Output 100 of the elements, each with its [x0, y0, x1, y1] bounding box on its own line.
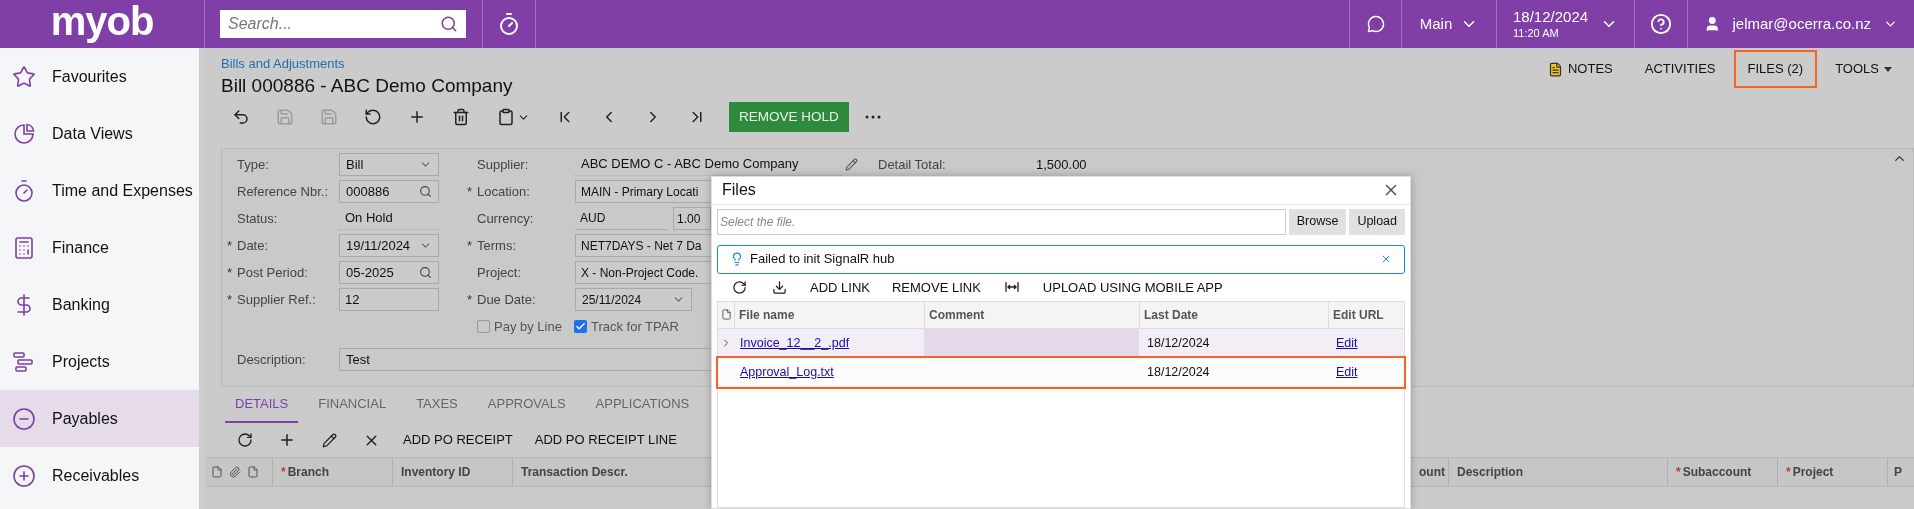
column-header[interactable]: Description: [1448, 458, 1667, 486]
dialog-button[interactable]: Browse: [1288, 208, 1347, 235]
dialog-button[interactable]: Upload: [1349, 208, 1405, 235]
search-field[interactable]: Search...: [220, 10, 466, 38]
checkbox[interactable]: Pay by Line: [477, 316, 562, 337]
sidebar-item[interactable]: Banking: [0, 276, 199, 333]
toolbar-button[interactable]: UPLOAD USING MOBILE APP: [1034, 277, 1231, 298]
header-link[interactable]: ACTIVITIES: [1630, 50, 1730, 88]
field-label: Reference Nbr.:: [237, 182, 330, 201]
column-header[interactable]: * Subaccount: [1667, 458, 1777, 486]
field-label: Project:: [477, 263, 523, 282]
tab[interactable]: APPLICATIONS: [585, 387, 700, 423]
note-icon: [1547, 61, 1563, 77]
search-icon: [440, 15, 458, 33]
pie-chart-icon: [12, 121, 36, 146]
page-title: Bill 000886 - ABC Demo Company: [221, 74, 513, 98]
table-cell-text: 18/12/2024: [1146, 334, 1211, 352]
required-mark: *: [227, 263, 233, 282]
lookup-field[interactable]: 05-2025: [339, 261, 439, 284]
dropdown-field[interactable]: 19/11/2024: [339, 234, 439, 257]
field-label: Supplier:: [477, 155, 530, 174]
tab[interactable]: DETAILS: [225, 387, 299, 423]
sidebar-item[interactable]: Time and Expenses: [0, 162, 199, 219]
column-header[interactable]: * Branch: [272, 458, 392, 486]
grid-action-button[interactable]: ADD PO RECEIPT LINE: [526, 430, 685, 450]
field-label: Type:: [237, 155, 270, 174]
pencil-icon: [845, 158, 858, 171]
input-field[interactable]: 12: [339, 288, 439, 311]
search-icon: [419, 266, 432, 279]
tab[interactable]: APPROVALS: [477, 387, 576, 423]
tab[interactable]: TAXES: [406, 387, 468, 423]
lookup-field[interactable]: 000886: [339, 180, 439, 203]
remove-hold-button[interactable]: REMOVE HOLD: [729, 102, 849, 132]
sidebar-item[interactable]: Favourites: [0, 48, 199, 105]
save-icon: [320, 108, 338, 126]
calculator-icon: [12, 235, 36, 260]
column-header[interactable]: ount: [1408, 458, 1448, 486]
file-field[interactable]: Select the file.: [717, 208, 1286, 235]
column-header[interactable]: P: [1887, 458, 1903, 486]
sidebar-item[interactable]: Receivables: [0, 447, 199, 504]
toolbar-button[interactable]: REMOVE LINK: [883, 277, 989, 298]
header-link[interactable]: FILES (2): [1733, 50, 1818, 88]
toolbar-button[interactable]: ADD LINK: [802, 277, 878, 298]
field-label: Due Date:: [477, 290, 537, 309]
column-header[interactable]: File name: [734, 302, 924, 328]
field-label: Date:: [237, 236, 270, 255]
sidebar-item[interactable]: Finance: [0, 219, 199, 276]
sidebar-item[interactable]: Projects: [0, 333, 199, 390]
bars-icon: [12, 349, 36, 374]
edit-link[interactable]: Edit: [1336, 362, 1358, 382]
dialog-title: Files: [722, 180, 756, 201]
dropdown-field[interactable]: Bill: [339, 153, 439, 176]
column-header[interactable]: Inventory ID: [392, 458, 512, 486]
required-mark: *: [467, 182, 473, 201]
checkbox[interactable]: Track for TPAR: [573, 316, 679, 337]
header-link[interactable]: NOTES: [1533, 50, 1627, 88]
tools-menu[interactable]: TOOLS: [1821, 50, 1906, 88]
file-link[interactable]: Invoice_12__2_.pdf: [740, 333, 850, 353]
download-icon: [771, 279, 787, 295]
search-icon: [419, 185, 432, 198]
pencil-icon: [321, 432, 337, 448]
currency-field[interactable]: AUD: [575, 207, 667, 230]
grid-action-button[interactable]: ADD PO RECEIPT: [395, 430, 521, 450]
edit-link[interactable]: Edit: [1336, 333, 1358, 353]
star-icon: [12, 64, 36, 89]
file-icon: [247, 466, 259, 478]
file-link[interactable]: Approval_Log.txt: [740, 362, 834, 382]
plus-circle-icon: [12, 463, 36, 488]
field-value: On Hold: [339, 207, 439, 230]
rate-field[interactable]: 1.00: [673, 207, 711, 230]
field-label: Detail Total:: [878, 155, 947, 174]
lightbulb-icon: [730, 252, 744, 267]
logo[interactable]: myob: [50, 1, 154, 47]
undo-icon: [364, 108, 382, 126]
column-icon: [211, 466, 223, 478]
column-header[interactable]: Comment: [924, 302, 1139, 328]
refresh-icon: [731, 279, 747, 295]
date-button[interactable]: 18/12/2024 11:20 AM: [1496, 0, 1634, 48]
dropdown-field[interactable]: 25/11/2024: [575, 288, 692, 311]
timer-icon: [497, 12, 521, 36]
minus-circle-icon: [12, 406, 36, 431]
required-mark: *: [227, 236, 233, 255]
column-header[interactable]: Last Date: [1139, 302, 1328, 328]
column-header[interactable]: Transaction Descr.: [512, 458, 632, 486]
chat-icon: [1366, 15, 1385, 33]
tab[interactable]: FINANCIAL: [308, 387, 397, 423]
clipboard-icon: [496, 108, 515, 126]
help-icon: [1650, 13, 1672, 35]
field-value: 1,500.00: [1036, 155, 1087, 174]
company-button[interactable]: Main: [1401, 0, 1496, 48]
trash-icon: [452, 108, 470, 126]
user-menu[interactable]: jelmar@ocerra.co.nz: [1687, 0, 1914, 48]
time-label: 11:20 AM: [1513, 26, 1559, 41]
sidebar-item[interactable]: Data Views: [0, 105, 199, 162]
column-header[interactable]: * Project: [1777, 458, 1887, 486]
input-field[interactable]: Test: [339, 348, 714, 371]
sidebar-item[interactable]: Payables: [0, 390, 199, 447]
refresh-icon: [237, 432, 253, 448]
column-header[interactable]: Edit URL: [1328, 302, 1398, 328]
caret-icon: [1884, 66, 1892, 72]
